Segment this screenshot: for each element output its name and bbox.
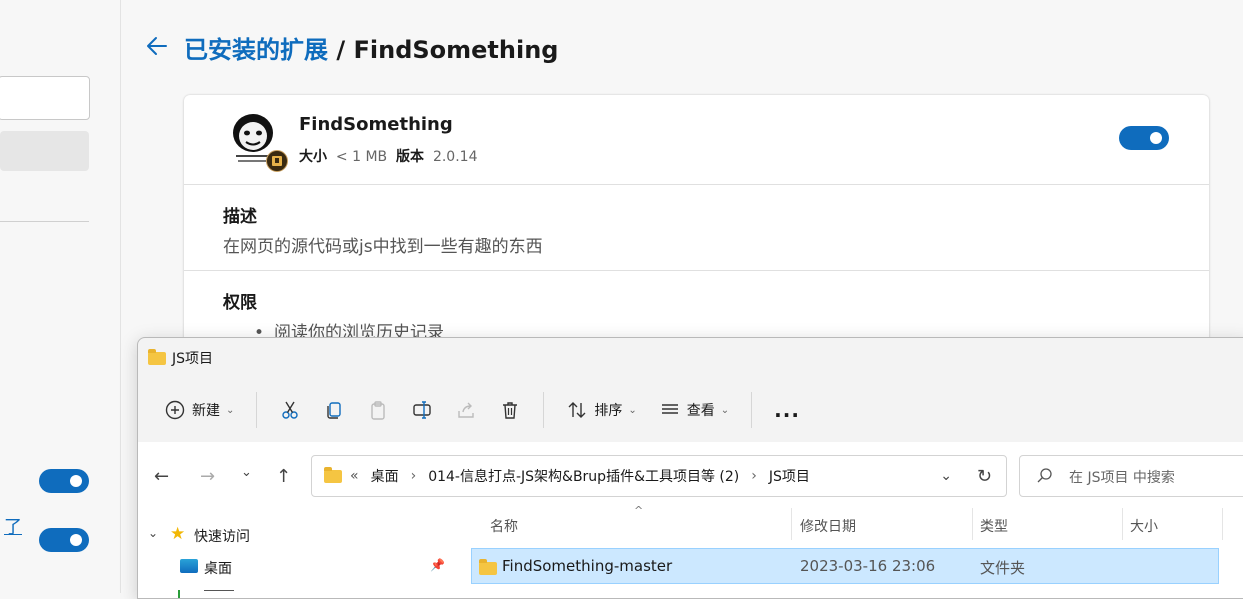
copy-button[interactable] <box>323 399 345 421</box>
copy-icon <box>327 402 342 419</box>
toolbar-divider <box>256 392 258 428</box>
address-bar[interactable]: « 桌面 › 014-信息打点-JS架构&Brup插件&工具项目等 (2) › … <box>311 455 1007 497</box>
sort-button-label: 排序 <box>594 403 623 419</box>
address-separator: › <box>410 468 417 484</box>
column-size[interactable]: 大小 <box>1130 516 1158 536</box>
share-icon <box>458 402 475 418</box>
view-button[interactable]: 查看 ⌄ <box>659 399 729 421</box>
refresh-icon[interactable]: ↻ <box>977 466 992 487</box>
file-explorer-window: JS项目 新建 ⌄ 排序 ⌄ 查看 ⌄ ... ← → ⌄ ↑ « 桌面 › 0… <box>137 337 1243 599</box>
up-arrow-icon[interactable]: ↑ <box>276 466 291 487</box>
column-divider[interactable] <box>1122 508 1123 540</box>
nav-quick-access[interactable]: 快速访问 <box>194 526 250 546</box>
more-options-button[interactable]: ... <box>774 398 800 422</box>
new-button-label: 新建 <box>192 403 220 419</box>
paste-button[interactable] <box>367 399 389 421</box>
pin-icon[interactable]: 📌 <box>430 558 445 572</box>
expand-chevron-icon[interactable]: ⌄ <box>148 526 158 540</box>
toolbar-divider <box>543 392 545 428</box>
trash-icon <box>503 402 518 419</box>
window-title: JS项目 <box>172 351 214 367</box>
plus-circle-icon <box>165 400 185 420</box>
column-divider[interactable] <box>1222 508 1223 540</box>
delete-button[interactable] <box>499 399 521 421</box>
column-divider[interactable] <box>972 508 973 540</box>
sidebar-divider <box>0 221 89 222</box>
chevron-down-icon: ⌄ <box>226 404 235 416</box>
folder-icon <box>148 348 166 365</box>
new-button[interactable]: 新建 ⌄ <box>164 399 234 421</box>
folder-icon <box>324 466 342 483</box>
size-value: < 1 MB <box>335 149 388 165</box>
file-name[interactable]: FindSomething-master <box>502 557 672 575</box>
paste-icon <box>371 401 386 420</box>
sidebar-link[interactable]: 了 <box>4 513 22 539</box>
file-type: 文件夹 <box>980 559 1026 577</box>
rename-button[interactable] <box>411 399 433 421</box>
breadcrumb-separator: / <box>328 36 354 64</box>
nav-next-item-label <box>204 590 234 597</box>
address-crumb-current[interactable]: JS项目 <box>769 466 810 486</box>
search-icon <box>1037 468 1052 483</box>
description-heading: 描述 <box>223 207 257 227</box>
page-title: 已安装的扩展 / FindSomething <box>184 30 558 65</box>
size-label: 大小 <box>299 149 327 165</box>
recent-locations-chevron-icon[interactable]: ⌄ <box>241 465 252 480</box>
card-divider <box>184 184 1209 185</box>
rename-icon <box>413 401 432 419</box>
address-overflow[interactable]: « <box>350 468 359 484</box>
command-bar: 新建 ⌄ 排序 ⌄ 查看 ⌄ ... <box>164 390 800 430</box>
chevron-down-icon: ⌄ <box>628 404 637 416</box>
back-arrow-icon[interactable]: ← <box>154 466 169 487</box>
nav-desktop[interactable]: 桌面 <box>204 558 232 578</box>
sort-icon <box>568 402 586 418</box>
extension-name: FindSomething <box>299 114 453 135</box>
column-divider[interactable] <box>791 508 792 540</box>
sort-button[interactable]: 排序 ⌄ <box>566 399 637 421</box>
sidebar-search-input[interactable] <box>0 76 90 120</box>
share-button[interactable] <box>455 399 477 421</box>
sidebar-item-selected[interactable] <box>0 131 89 171</box>
toolbar-divider <box>751 392 753 428</box>
search-box[interactable]: 在 JS项目 中搜索 <box>1019 455 1243 497</box>
address-separator: › <box>751 468 757 484</box>
permissions-heading: 权限 <box>223 293 257 313</box>
star-icon: ★ <box>170 524 186 544</box>
version-label: 版本 <box>396 149 425 165</box>
extension-meta: 大小 < 1 MB 版本 2.0.14 <box>299 146 477 166</box>
nav-next-item-icon <box>178 590 180 598</box>
sidebar-toggle-1[interactable] <box>39 469 89 493</box>
version-value: 2.0.14 <box>432 149 478 165</box>
view-list-icon <box>661 404 678 414</box>
column-name[interactable]: 名称 <box>490 516 518 536</box>
search-placeholder: 在 JS项目 中搜索 <box>1069 470 1175 486</box>
sidebar-toggle-2[interactable] <box>39 528 89 552</box>
extension-card: FindSomething 大小 < 1 MB 版本 2.0.14 描述 在网页… <box>184 95 1209 355</box>
breadcrumb-installed-extensions[interactable]: 已安装的扩展 <box>184 36 328 64</box>
description-text: 在网页的源代码或js中找到一些有趣的东西 <box>223 237 543 257</box>
card-divider <box>184 270 1209 271</box>
column-type[interactable]: 类型 <box>980 516 1008 536</box>
address-crumb-desktop[interactable]: 桌面 <box>371 466 399 486</box>
address-crumb-parent[interactable]: 014-信息打点-JS架构&Brup插件&工具项目等 (2) <box>428 466 739 486</box>
extension-enable-toggle[interactable] <box>1119 126 1169 150</box>
file-modified: 2023-03-16 23:06 <box>800 557 936 575</box>
window-title-bar: JS项目 <box>148 348 213 368</box>
view-button-label: 查看 <box>686 403 715 419</box>
back-arrow-icon[interactable] <box>144 33 170 59</box>
folder-icon <box>479 559 497 575</box>
sort-indicator-icon: ^ <box>634 504 644 517</box>
extension-badge-icon <box>266 150 288 172</box>
forward-arrow-icon[interactable]: → <box>200 466 215 487</box>
desktop-icon <box>180 559 198 573</box>
column-modified[interactable]: 修改日期 <box>800 516 856 536</box>
address-dropdown-icon[interactable]: ⌄ <box>940 468 952 484</box>
scissors-icon <box>282 401 299 419</box>
cut-button[interactable] <box>279 399 301 421</box>
breadcrumb-current: FindSomething <box>353 36 559 64</box>
chevron-down-icon: ⌄ <box>720 404 730 416</box>
